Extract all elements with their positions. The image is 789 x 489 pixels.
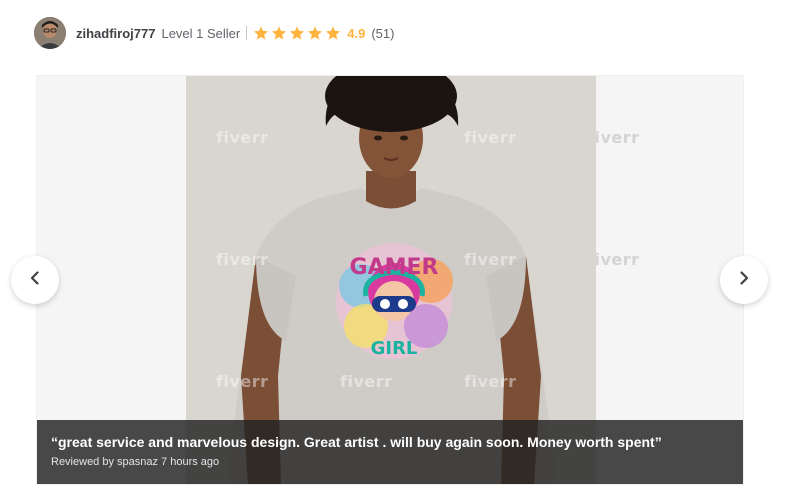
watermark: fiverr [464,250,517,269]
watermark: fiverr [216,372,269,391]
watermark: fiverr [464,128,517,147]
watermark: fiverr [216,128,269,147]
seller-level: Level 1 Seller [161,25,241,41]
gallery-prev-button[interactable] [11,256,59,304]
watermark: fiverr [340,372,393,391]
seller-header: zihadfiroj777 Level 1 Seller 4.9 (51) [34,16,394,50]
watermark: fiverr [464,372,517,391]
star-icon [253,25,269,41]
star-icon [325,25,341,41]
review-quote: “great service and marvelous design. Gre… [51,434,662,450]
print-text-bottom: GIRL [371,338,418,359]
divider [246,26,248,40]
seller-avatar[interactable] [34,17,66,49]
gig-gallery[interactable]: fiverr fiverr GAMER GIRL fiverr fiverr f… [36,75,744,485]
watermark: fiverr [216,250,269,269]
chevron-left-icon [27,270,43,291]
rating-score: 4.9 [347,25,366,41]
gallery-next-button[interactable] [720,256,768,304]
star-icon [289,25,305,41]
star-icon [271,25,287,41]
review-caption: “great service and marvelous design. Gre… [37,420,743,484]
star-icon [307,25,323,41]
review-author: Reviewed by spasnaz 7 hours ago [51,456,220,468]
rating-stars [253,25,341,41]
chevron-right-icon [736,270,752,291]
print-text-top: GAMER [350,255,439,280]
seller-username[interactable]: zihadfiroj777 [76,26,155,41]
review-count[interactable]: (51) [371,26,394,41]
